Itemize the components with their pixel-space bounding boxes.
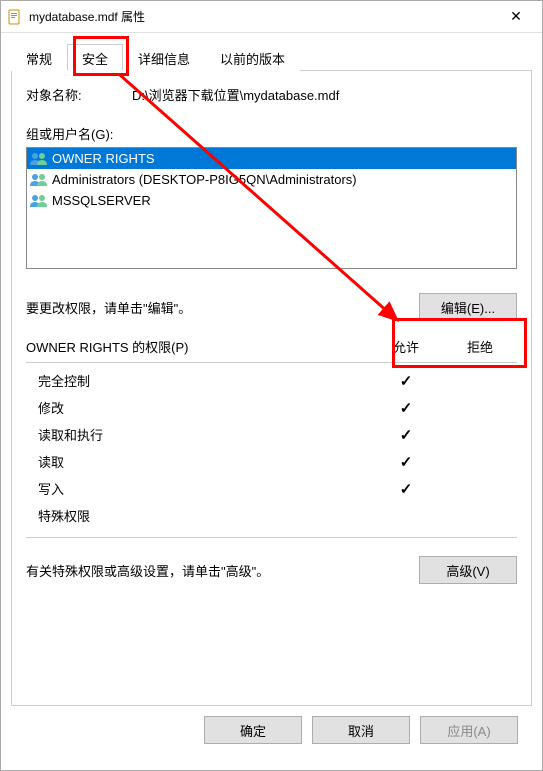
tab-details[interactable]: 详细信息 (123, 44, 205, 71)
permission-name: 写入 (38, 479, 369, 498)
list-item-label: OWNER RIGHTS (52, 149, 155, 168)
permissions-table: 完全控制 ✓ 修改 ✓ 读取和执行 ✓ 读取 ✓ (26, 362, 517, 538)
tab-security[interactable]: 安全 (67, 44, 123, 71)
advanced-row: 有关特殊权限或高级设置，请单击"高级"。 高级(V) (26, 556, 517, 584)
tab-strip: 常规 安全 详细信息 以前的版本 (11, 43, 532, 71)
checkmark-icon: ✓ (369, 399, 443, 417)
advanced-hint-text: 有关特殊权限或高级设置，请单击"高级"。 (26, 561, 419, 580)
list-item-label: MSSQLSERVER (52, 191, 151, 210)
titlebar: mydatabase.mdf 属性 ✕ (1, 1, 542, 33)
checkmark-icon: ✓ (369, 480, 443, 498)
edit-permissions-row: 要更改权限，请单击"编辑"。 编辑(E)... (26, 293, 517, 321)
permissions-title: OWNER RIGHTS 的权限(P) (26, 337, 369, 356)
groups-label: 组或用户名(G): (26, 124, 517, 143)
permission-row: 修改 ✓ (26, 394, 517, 421)
ok-button[interactable]: 确定 (204, 716, 302, 744)
checkmark-icon: ✓ (369, 372, 443, 390)
permission-name: 完全控制 (38, 371, 369, 390)
permission-row: 读取 ✓ (26, 448, 517, 475)
content-area: 常规 安全 详细信息 以前的版本 对象名称: D:\浏览器下载位置\mydata… (1, 33, 542, 770)
users-icon (29, 151, 49, 167)
users-icon (29, 172, 49, 188)
cancel-button[interactable]: 取消 (312, 716, 410, 744)
object-value: D:\浏览器下载位置\mydatabase.mdf (132, 85, 339, 104)
list-item-label: Administrators (DESKTOP-P8IG5QN\Administ… (52, 170, 357, 189)
advanced-button[interactable]: 高级(V) (419, 556, 517, 584)
list-item[interactable]: Administrators (DESKTOP-P8IG5QN\Administ… (27, 169, 516, 190)
permission-row: 特殊权限 (26, 502, 517, 529)
deny-column-header: 拒绝 (443, 337, 517, 356)
users-icon (29, 193, 49, 209)
edit-hint-text: 要更改权限，请单击"编辑"。 (26, 298, 419, 317)
file-icon (7, 9, 23, 25)
checkmark-icon: ✓ (369, 453, 443, 471)
permission-name: 读取和执行 (38, 425, 369, 444)
list-item[interactable]: OWNER RIGHTS (27, 148, 516, 169)
tab-general[interactable]: 常规 (11, 44, 67, 71)
security-tab-body: 对象名称: D:\浏览器下载位置\mydatabase.mdf 组或用户名(G)… (11, 71, 532, 706)
groups-listbox[interactable]: OWNER RIGHTS Administrators (DESKTOP-P8I… (26, 147, 517, 269)
permission-row: 完全控制 ✓ (26, 367, 517, 394)
window-title: mydatabase.mdf 属性 (29, 8, 496, 25)
checkmark-icon: ✓ (369, 426, 443, 444)
object-row: 对象名称: D:\浏览器下载位置\mydatabase.mdf (26, 85, 517, 104)
apply-button[interactable]: 应用(A) (420, 716, 518, 744)
list-item[interactable]: MSSQLSERVER (27, 190, 516, 211)
permission-name: 修改 (38, 398, 369, 417)
permission-name: 特殊权限 (38, 506, 369, 525)
allow-column-header: 允许 (369, 337, 443, 356)
permission-row: 写入 ✓ (26, 475, 517, 502)
permission-row: 读取和执行 ✓ (26, 421, 517, 448)
dialog-buttons: 确定 取消 应用(A) (11, 706, 532, 760)
permission-name: 读取 (38, 452, 369, 471)
permissions-header: OWNER RIGHTS 的权限(P) 允许 拒绝 (26, 337, 517, 356)
object-label: 对象名称: (26, 85, 132, 104)
tab-previous-versions[interactable]: 以前的版本 (205, 44, 300, 71)
edit-button[interactable]: 编辑(E)... (419, 293, 517, 321)
properties-window: mydatabase.mdf 属性 ✕ 常规 安全 详细信息 以前的版本 对象名… (0, 0, 543, 771)
close-button[interactable]: ✕ (496, 1, 536, 32)
